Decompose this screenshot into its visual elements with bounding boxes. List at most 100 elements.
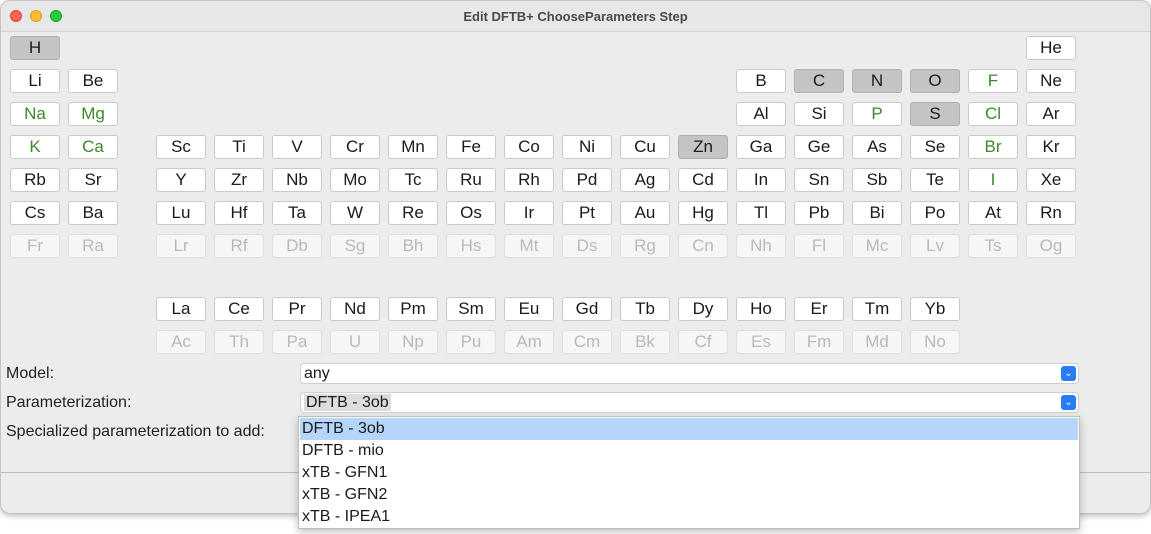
- element-button-zr[interactable]: Zr: [214, 168, 264, 192]
- element-button-te[interactable]: Te: [910, 168, 960, 192]
- element-button-cf[interactable]: Cf: [678, 330, 728, 354]
- element-button-cd[interactable]: Cd: [678, 168, 728, 192]
- element-button-hs[interactable]: Hs: [446, 234, 496, 258]
- element-button-no[interactable]: No: [910, 330, 960, 354]
- element-button-mc[interactable]: Mc: [852, 234, 902, 258]
- element-button-na[interactable]: Na: [10, 102, 60, 126]
- element-button-ta[interactable]: Ta: [272, 201, 322, 225]
- element-button-tc[interactable]: Tc: [388, 168, 438, 192]
- dropdown-option[interactable]: xTB - GFN2: [300, 484, 1078, 506]
- element-button-md[interactable]: Md: [852, 330, 902, 354]
- element-button-al[interactable]: Al: [736, 102, 786, 126]
- element-button-nd[interactable]: Nd: [330, 297, 380, 321]
- parameterization-dropdown-list[interactable]: DFTB - 3ob DFTB - mio xTB - GFN1 xTB - G…: [298, 416, 1080, 529]
- element-button-c[interactable]: C: [794, 69, 844, 93]
- element-button-in[interactable]: In: [736, 168, 786, 192]
- element-button-rn[interactable]: Rn: [1026, 201, 1076, 225]
- element-button-v[interactable]: V: [272, 135, 322, 159]
- element-button-th[interactable]: Th: [214, 330, 264, 354]
- element-button-co[interactable]: Co: [504, 135, 554, 159]
- element-button-k[interactable]: K: [10, 135, 60, 159]
- element-button-os[interactable]: Os: [446, 201, 496, 225]
- element-button-cs[interactable]: Cs: [10, 201, 60, 225]
- element-button-tb[interactable]: Tb: [620, 297, 670, 321]
- element-button-as[interactable]: As: [852, 135, 902, 159]
- element-button-ga[interactable]: Ga: [736, 135, 786, 159]
- element-button-po[interactable]: Po: [910, 201, 960, 225]
- element-button-mo[interactable]: Mo: [330, 168, 380, 192]
- element-button-ho[interactable]: Ho: [736, 297, 786, 321]
- element-button-ce[interactable]: Ce: [214, 297, 264, 321]
- element-button-f[interactable]: F: [968, 69, 1018, 93]
- element-button-rb[interactable]: Rb: [10, 168, 60, 192]
- element-button-sg[interactable]: Sg: [330, 234, 380, 258]
- element-button-nh[interactable]: Nh: [736, 234, 786, 258]
- element-button-mn[interactable]: Mn: [388, 135, 438, 159]
- element-button-pb[interactable]: Pb: [794, 201, 844, 225]
- element-button-dy[interactable]: Dy: [678, 297, 728, 321]
- element-button-ir[interactable]: Ir: [504, 201, 554, 225]
- element-button-fm[interactable]: Fm: [794, 330, 844, 354]
- element-button-cu[interactable]: Cu: [620, 135, 670, 159]
- element-button-ca[interactable]: Ca: [68, 135, 118, 159]
- element-button-cm[interactable]: Cm: [562, 330, 612, 354]
- element-button-he[interactable]: He: [1026, 36, 1076, 60]
- element-button-pd[interactable]: Pd: [562, 168, 612, 192]
- element-button-zn[interactable]: Zn: [678, 135, 728, 159]
- element-button-xe[interactable]: Xe: [1026, 168, 1076, 192]
- element-button-n[interactable]: N: [852, 69, 902, 93]
- element-button-bi[interactable]: Bi: [852, 201, 902, 225]
- element-button-gd[interactable]: Gd: [562, 297, 612, 321]
- element-button-lr[interactable]: Lr: [156, 234, 206, 258]
- element-button-be[interactable]: Be: [68, 69, 118, 93]
- element-button-yb[interactable]: Yb: [910, 297, 960, 321]
- element-button-tm[interactable]: Tm: [852, 297, 902, 321]
- element-button-li[interactable]: Li: [10, 69, 60, 93]
- model-select[interactable]: any ⌄: [300, 363, 1079, 384]
- dropdown-option[interactable]: DFTB - 3ob: [300, 418, 1078, 440]
- element-button-pm[interactable]: Pm: [388, 297, 438, 321]
- element-button-pr[interactable]: Pr: [272, 297, 322, 321]
- element-button-sm[interactable]: Sm: [446, 297, 496, 321]
- element-button-ts[interactable]: Ts: [968, 234, 1018, 258]
- element-button-ti[interactable]: Ti: [214, 135, 264, 159]
- element-button-np[interactable]: Np: [388, 330, 438, 354]
- element-button-se[interactable]: Se: [910, 135, 960, 159]
- element-button-i[interactable]: I: [968, 168, 1018, 192]
- dropdown-option[interactable]: xTB - IPEA1: [300, 506, 1078, 528]
- element-button-fr[interactable]: Fr: [10, 234, 60, 258]
- element-button-nb[interactable]: Nb: [272, 168, 322, 192]
- element-button-la[interactable]: La: [156, 297, 206, 321]
- element-button-bk[interactable]: Bk: [620, 330, 670, 354]
- element-button-rh[interactable]: Rh: [504, 168, 554, 192]
- element-button-rg[interactable]: Rg: [620, 234, 670, 258]
- element-button-hg[interactable]: Hg: [678, 201, 728, 225]
- element-button-hf[interactable]: Hf: [214, 201, 264, 225]
- element-button-ge[interactable]: Ge: [794, 135, 844, 159]
- element-button-kr[interactable]: Kr: [1026, 135, 1076, 159]
- element-button-lv[interactable]: Lv: [910, 234, 960, 258]
- element-button-at[interactable]: At: [968, 201, 1018, 225]
- element-button-eu[interactable]: Eu: [504, 297, 554, 321]
- element-button-w[interactable]: W: [330, 201, 380, 225]
- element-button-mg[interactable]: Mg: [68, 102, 118, 126]
- element-button-s[interactable]: S: [910, 102, 960, 126]
- element-button-er[interactable]: Er: [794, 297, 844, 321]
- element-button-tl[interactable]: Tl: [736, 201, 786, 225]
- element-button-h[interactable]: H: [10, 36, 60, 60]
- element-button-ra[interactable]: Ra: [68, 234, 118, 258]
- dropdown-option[interactable]: DFTB - mio: [300, 440, 1078, 462]
- element-button-ne[interactable]: Ne: [1026, 69, 1076, 93]
- element-button-sn[interactable]: Sn: [794, 168, 844, 192]
- element-button-db[interactable]: Db: [272, 234, 322, 258]
- element-button-b[interactable]: B: [736, 69, 786, 93]
- element-button-re[interactable]: Re: [388, 201, 438, 225]
- element-button-cl[interactable]: Cl: [968, 102, 1018, 126]
- parameterization-select[interactable]: DFTB - 3ob ⌄: [300, 392, 1079, 413]
- element-button-cn[interactable]: Cn: [678, 234, 728, 258]
- element-button-ni[interactable]: Ni: [562, 135, 612, 159]
- element-button-u[interactable]: U: [330, 330, 380, 354]
- element-button-au[interactable]: Au: [620, 201, 670, 225]
- element-button-am[interactable]: Am: [504, 330, 554, 354]
- element-button-sb[interactable]: Sb: [852, 168, 902, 192]
